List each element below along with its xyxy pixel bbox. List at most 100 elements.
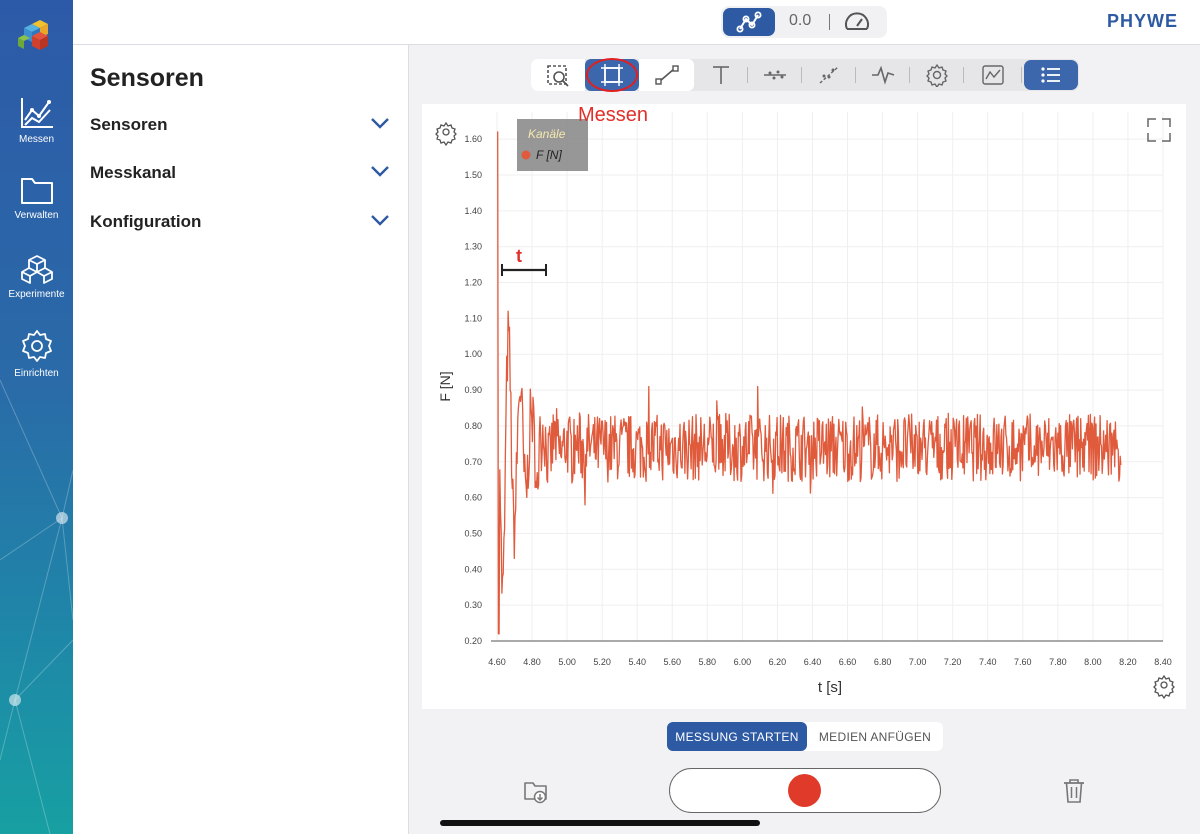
x-tick-label: 5.60 [663, 657, 681, 667]
x-tick-label: 6.40 [804, 657, 822, 667]
x-tick-label: 8.20 [1119, 657, 1137, 667]
line-tool-button[interactable] [639, 59, 694, 91]
x-tick-label: 7.60 [1014, 657, 1032, 667]
y-tick-label: 1.00 [464, 349, 482, 359]
gear-hub [442, 128, 450, 136]
measure-region-icon [601, 64, 623, 86]
attach-media-button[interactable]: MEDIEN ANFÜGEN [807, 722, 943, 751]
sensor-panel: Sensoren Sensoren Messkanal Konfiguratio… [73, 0, 409, 834]
annotation-messen: Messen [578, 104, 649, 126]
panel-title: Sensoren [90, 64, 204, 92]
section-label: Konfiguration [90, 212, 202, 231]
y-tick-label: 0.80 [464, 421, 482, 431]
y-tick-label: 0.70 [464, 457, 482, 467]
y-tick-label: 1.10 [464, 313, 482, 323]
save-folder-icon[interactable] [522, 777, 550, 805]
signal-button[interactable] [856, 59, 910, 91]
section-messkanal[interactable]: Messkanal [90, 158, 390, 188]
legend-marker [521, 150, 531, 160]
rail-item-einrichten[interactable]: Einrichten [0, 328, 73, 379]
x-tick-label: 8.40 [1154, 657, 1172, 667]
chart-toolbar [531, 59, 1079, 91]
force-chart[interactable]: 0.20 0.30 0.40 0.50 0.60 0.70 0.80 0.90 1.00 1.10… [422, 104, 1186, 709]
y-tick-label: 0.40 [464, 564, 482, 574]
rail-label: Einrichten [14, 368, 59, 379]
y-tick-label: 1.20 [464, 278, 482, 288]
text-tool-icon [713, 66, 729, 84]
rail-item-experimente[interactable]: Experimente [0, 253, 73, 300]
x-tick-label: 7.40 [979, 657, 997, 667]
fullscreen-icon[interactable] [1147, 118, 1171, 142]
measure-region-button[interactable] [585, 59, 639, 91]
regression-button[interactable] [802, 59, 856, 91]
y-tick-label: 0.50 [464, 528, 482, 538]
list-button[interactable] [1024, 60, 1078, 90]
text-tool-button[interactable] [694, 59, 748, 91]
gear-shape [1153, 674, 1175, 700]
derivative-icon [982, 65, 1004, 85]
gear-icon [21, 330, 52, 362]
top-bar: 0.0 PHYWE [73, 0, 1200, 45]
gauge-icon[interactable] [843, 10, 871, 34]
gear-shape [435, 121, 457, 147]
rail-item-verwalten[interactable]: Verwalten [0, 174, 73, 221]
line-tool-icon [654, 65, 679, 85]
list-icon [1041, 67, 1060, 83]
chevron-down-icon [371, 215, 389, 226]
chart-area: 0.20 0.30 0.40 0.50 0.60 0.70 0.80 0.90 1.00 1.10… [422, 104, 1186, 709]
app-window: Messen Verwalten Experimente Einrichten … [0, 0, 1200, 834]
view-mode-group: 0.0 [721, 6, 887, 38]
x-tick-label: 5.20 [593, 657, 611, 667]
y-tick-label: 0.90 [464, 385, 482, 395]
digital-value: 0.0 [789, 12, 812, 29]
x-tick-label: 5.80 [699, 657, 717, 667]
divider [829, 14, 830, 30]
t-marker-label: t [516, 246, 522, 266]
x-tick-label: 7.80 [1049, 657, 1067, 667]
y-tick-label: 1.60 [464, 134, 482, 144]
y-axis-settings-icon[interactable] [435, 121, 457, 147]
x-tick-label: 4.60 [488, 657, 506, 667]
line-chart-icon [20, 98, 53, 128]
y-tick-label: 0.60 [464, 493, 482, 503]
x-tick-label: 6.20 [769, 657, 787, 667]
derivative-button[interactable] [964, 59, 1022, 91]
rail-label: Verwalten [14, 210, 59, 221]
chart-settings-button[interactable] [910, 59, 964, 91]
cubes-icon [20, 255, 53, 284]
x-tick-label: 6.00 [734, 657, 752, 667]
graph-nodes-icon [736, 11, 762, 33]
section-label: Messkanal [90, 163, 176, 182]
fullscreen-corner [1147, 133, 1156, 142]
y-tick-label: 0.30 [464, 600, 482, 610]
y-tick-label: 1.50 [464, 170, 482, 180]
action-segment: MESSUNG STARTEN MEDIEN ANFÜGEN [667, 722, 943, 751]
section-sensoren[interactable]: Sensoren [90, 110, 390, 140]
chevron-down-icon [371, 118, 389, 129]
x-axis-label: t [s] [818, 679, 842, 696]
record-button[interactable] [788, 774, 821, 807]
rail-item-messen[interactable]: Messen [0, 96, 73, 145]
x-tick-label: 7.00 [909, 657, 927, 667]
chevron-down-icon [371, 166, 389, 177]
zoom-region-icon [547, 65, 569, 87]
home-indicator [440, 820, 760, 826]
graph-mode-button[interactable] [723, 8, 775, 36]
y-tick-label: 0.20 [464, 636, 482, 646]
signal-icon [872, 65, 895, 85]
record-bar[interactable] [669, 768, 941, 813]
legend-series-label: F [N] [536, 148, 562, 162]
brand-logo: PHYWE [1106, 11, 1178, 31]
section-label: Sensoren [90, 115, 168, 134]
section-konfiguration[interactable]: Konfiguration [90, 207, 390, 237]
start-measurement-button[interactable]: MESSUNG STARTEN [667, 722, 807, 751]
left-rail: Messen Verwalten Experimente Einrichten [0, 0, 73, 834]
zoom-region-button[interactable] [531, 59, 585, 91]
rail-label: Experimente [8, 289, 65, 300]
trash-icon[interactable] [1061, 777, 1087, 805]
smooth-button[interactable] [748, 59, 802, 91]
x-tick-label: 4.80 [523, 657, 541, 667]
x-axis-settings-icon[interactable] [1153, 674, 1175, 700]
y-tick-label: 1.40 [464, 206, 482, 216]
fullscreen-corner [1147, 118, 1156, 127]
